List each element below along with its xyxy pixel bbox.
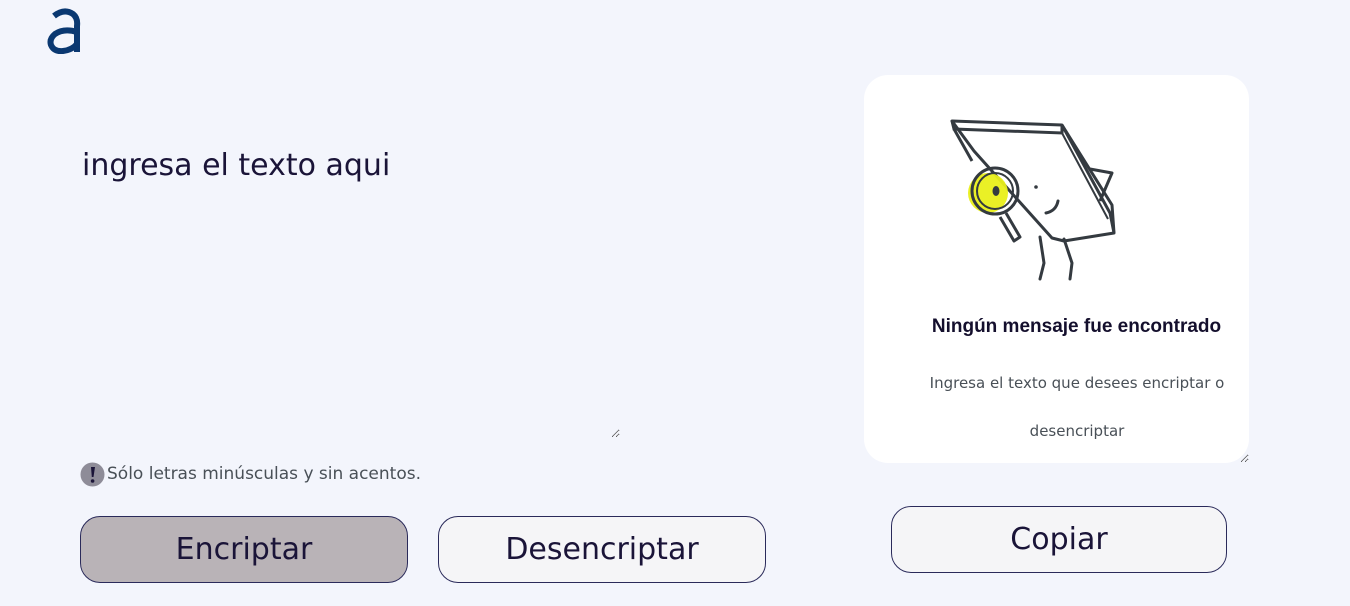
copy-button-label: Copiar (1010, 522, 1108, 557)
decrypt-button-label: Desencriptar (505, 532, 699, 567)
input-hint: Sólo letras minúsculas y sin acentos. (80, 461, 421, 487)
output-message: Ingresa el texto que desees encriptar o … (929, 374, 1225, 440)
output-title: Ningún mensaje fue encontrado (931, 316, 1222, 337)
resize-grip-icon[interactable] (1237, 451, 1247, 461)
exclamation-circle-icon (80, 462, 105, 486)
encrypt-button[interactable]: Encriptar (80, 516, 408, 583)
output-panel[interactable]: Ningún mensaje fue encontrado Ingresa el… (864, 75, 1249, 463)
magnifying-glass-character-icon (950, 119, 1116, 281)
message-input[interactable] (80, 148, 620, 438)
hint-text: Sólo letras minúsculas y sin acentos. (107, 464, 421, 484)
alura-logo-icon[interactable] (46, 8, 82, 54)
copy-button[interactable]: Copiar (891, 506, 1227, 573)
encrypt-button-label: Encriptar (175, 532, 313, 567)
decrypt-button[interactable]: Desencriptar (438, 516, 766, 583)
